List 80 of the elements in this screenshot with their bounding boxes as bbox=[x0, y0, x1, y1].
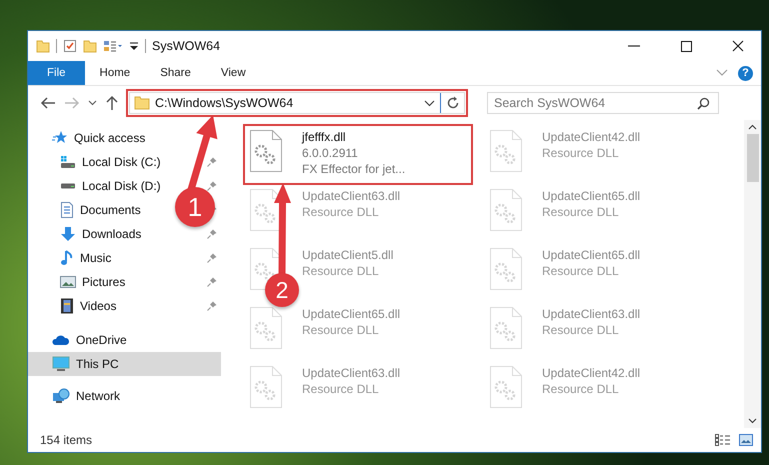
picture-icon bbox=[60, 275, 76, 289]
file-detail: Resource DLL bbox=[542, 322, 620, 338]
maximize-icon[interactable] bbox=[680, 40, 692, 52]
gear-file-icon bbox=[489, 188, 523, 232]
sidebar-item[interactable]: Local Disk (D:) bbox=[82, 179, 161, 193]
cloud-icon bbox=[52, 334, 70, 346]
address-bar[interactable]: C:\Windows\SysWOW64 bbox=[129, 92, 465, 114]
recent-dropdown-icon[interactable] bbox=[88, 100, 97, 106]
back-arrow-icon[interactable] bbox=[40, 96, 56, 110]
star-icon bbox=[52, 130, 68, 146]
window-title: SysWOW64 bbox=[152, 39, 220, 53]
file-detail: Resource DLL bbox=[302, 263, 380, 279]
file-name: UpdateClient65.dll bbox=[542, 247, 640, 263]
scroll-up-icon[interactable] bbox=[748, 124, 757, 130]
download-icon bbox=[60, 226, 76, 242]
view-list-icon[interactable] bbox=[103, 39, 123, 53]
music-note-icon bbox=[60, 250, 74, 266]
sidebar-item[interactable]: Documents bbox=[80, 203, 141, 217]
file-name: UpdateClient63.dll bbox=[302, 188, 400, 204]
file-name: jfefffx.dll bbox=[302, 129, 347, 145]
scroll-down-icon[interactable] bbox=[748, 418, 757, 424]
chevron-down-icon[interactable] bbox=[424, 100, 435, 106]
gear-file-icon bbox=[249, 365, 283, 409]
search-icon bbox=[697, 97, 710, 110]
checklist-icon[interactable] bbox=[63, 39, 77, 53]
sidebar-item[interactable]: Music bbox=[80, 251, 112, 265]
gear-file-icon bbox=[489, 306, 523, 350]
ribbon-tab[interactable]: File bbox=[28, 61, 85, 85]
dropdown-icon[interactable] bbox=[129, 40, 139, 52]
file-detail: Resource DLL bbox=[302, 381, 380, 397]
file-detail: Resource DLL bbox=[542, 381, 620, 397]
file-detail: Resource DLL bbox=[302, 204, 380, 220]
sidebar-item[interactable]: Network bbox=[28, 384, 221, 408]
sidebar-item[interactable]: This PC bbox=[28, 352, 221, 376]
document-icon bbox=[60, 202, 74, 218]
gear-file-icon bbox=[489, 365, 523, 409]
sidebar-item[interactable]: Quick access bbox=[28, 126, 221, 150]
close-icon[interactable] bbox=[732, 40, 744, 52]
file-detail: Resource DLL bbox=[542, 145, 620, 161]
file-detail: FX Effector for jet... bbox=[302, 161, 406, 177]
scrollbar-thumb[interactable] bbox=[746, 134, 758, 182]
file-name: UpdateClient42.dll bbox=[542, 129, 640, 145]
network-icon bbox=[52, 388, 70, 404]
sidebar-item[interactable]: Local Disk (C:) bbox=[82, 155, 161, 169]
details-view-icon[interactable] bbox=[715, 434, 731, 446]
sidebar-item[interactable]: Downloads bbox=[82, 227, 142, 241]
monitor-icon bbox=[52, 356, 70, 372]
film-icon bbox=[60, 298, 74, 314]
minimize-icon[interactable] bbox=[628, 45, 640, 47]
file-name: UpdateClient65.dll bbox=[302, 306, 400, 322]
large-icons-view-icon[interactable] bbox=[739, 434, 753, 446]
ribbon-tab[interactable]: Share bbox=[145, 61, 206, 85]
file-detail: Resource DLL bbox=[302, 322, 380, 338]
address-path: C:\Windows\SysWOW64 bbox=[155, 96, 294, 110]
sidebar-item[interactable]: Pictures bbox=[82, 275, 126, 289]
gear-file-icon bbox=[489, 129, 523, 173]
ribbon-tab[interactable]: Home bbox=[84, 61, 146, 85]
file-name: UpdateClient63.dll bbox=[542, 306, 640, 322]
gear-file-icon bbox=[249, 129, 283, 173]
folder-icon bbox=[134, 96, 150, 110]
help-button[interactable]: ? bbox=[738, 66, 753, 80]
drive-icon bbox=[60, 155, 76, 169]
file-name: UpdateClient5.dll bbox=[302, 247, 394, 263]
file-detail: Resource DLL bbox=[542, 263, 620, 279]
ribbon-tab[interactable]: View bbox=[206, 61, 261, 85]
sidebar-item[interactable]: Videos bbox=[80, 299, 116, 313]
file-name: UpdateClient65.dll bbox=[542, 188, 640, 204]
file-name: UpdateClient42.dll bbox=[542, 365, 640, 381]
sidebar-item[interactable]: OneDrive bbox=[28, 328, 221, 352]
file-item[interactable]: jfefffx.dll 6.0.0.2911 FX Effector for jet... bbox=[245, 126, 471, 183]
search-field[interactable]: Search SysWOW64 bbox=[487, 92, 719, 114]
drive-icon bbox=[60, 183, 76, 189]
refresh-icon[interactable] bbox=[446, 96, 460, 110]
file-detail: Resource DLL bbox=[542, 204, 620, 220]
gear-file-icon bbox=[489, 247, 523, 291]
item-count: 154 items bbox=[40, 433, 92, 447]
gear-file-icon bbox=[249, 306, 283, 350]
file-detail: 6.0.0.2911 bbox=[302, 145, 359, 161]
file-name: UpdateClient63.dll bbox=[302, 365, 400, 381]
up-arrow-icon[interactable] bbox=[105, 95, 119, 111]
